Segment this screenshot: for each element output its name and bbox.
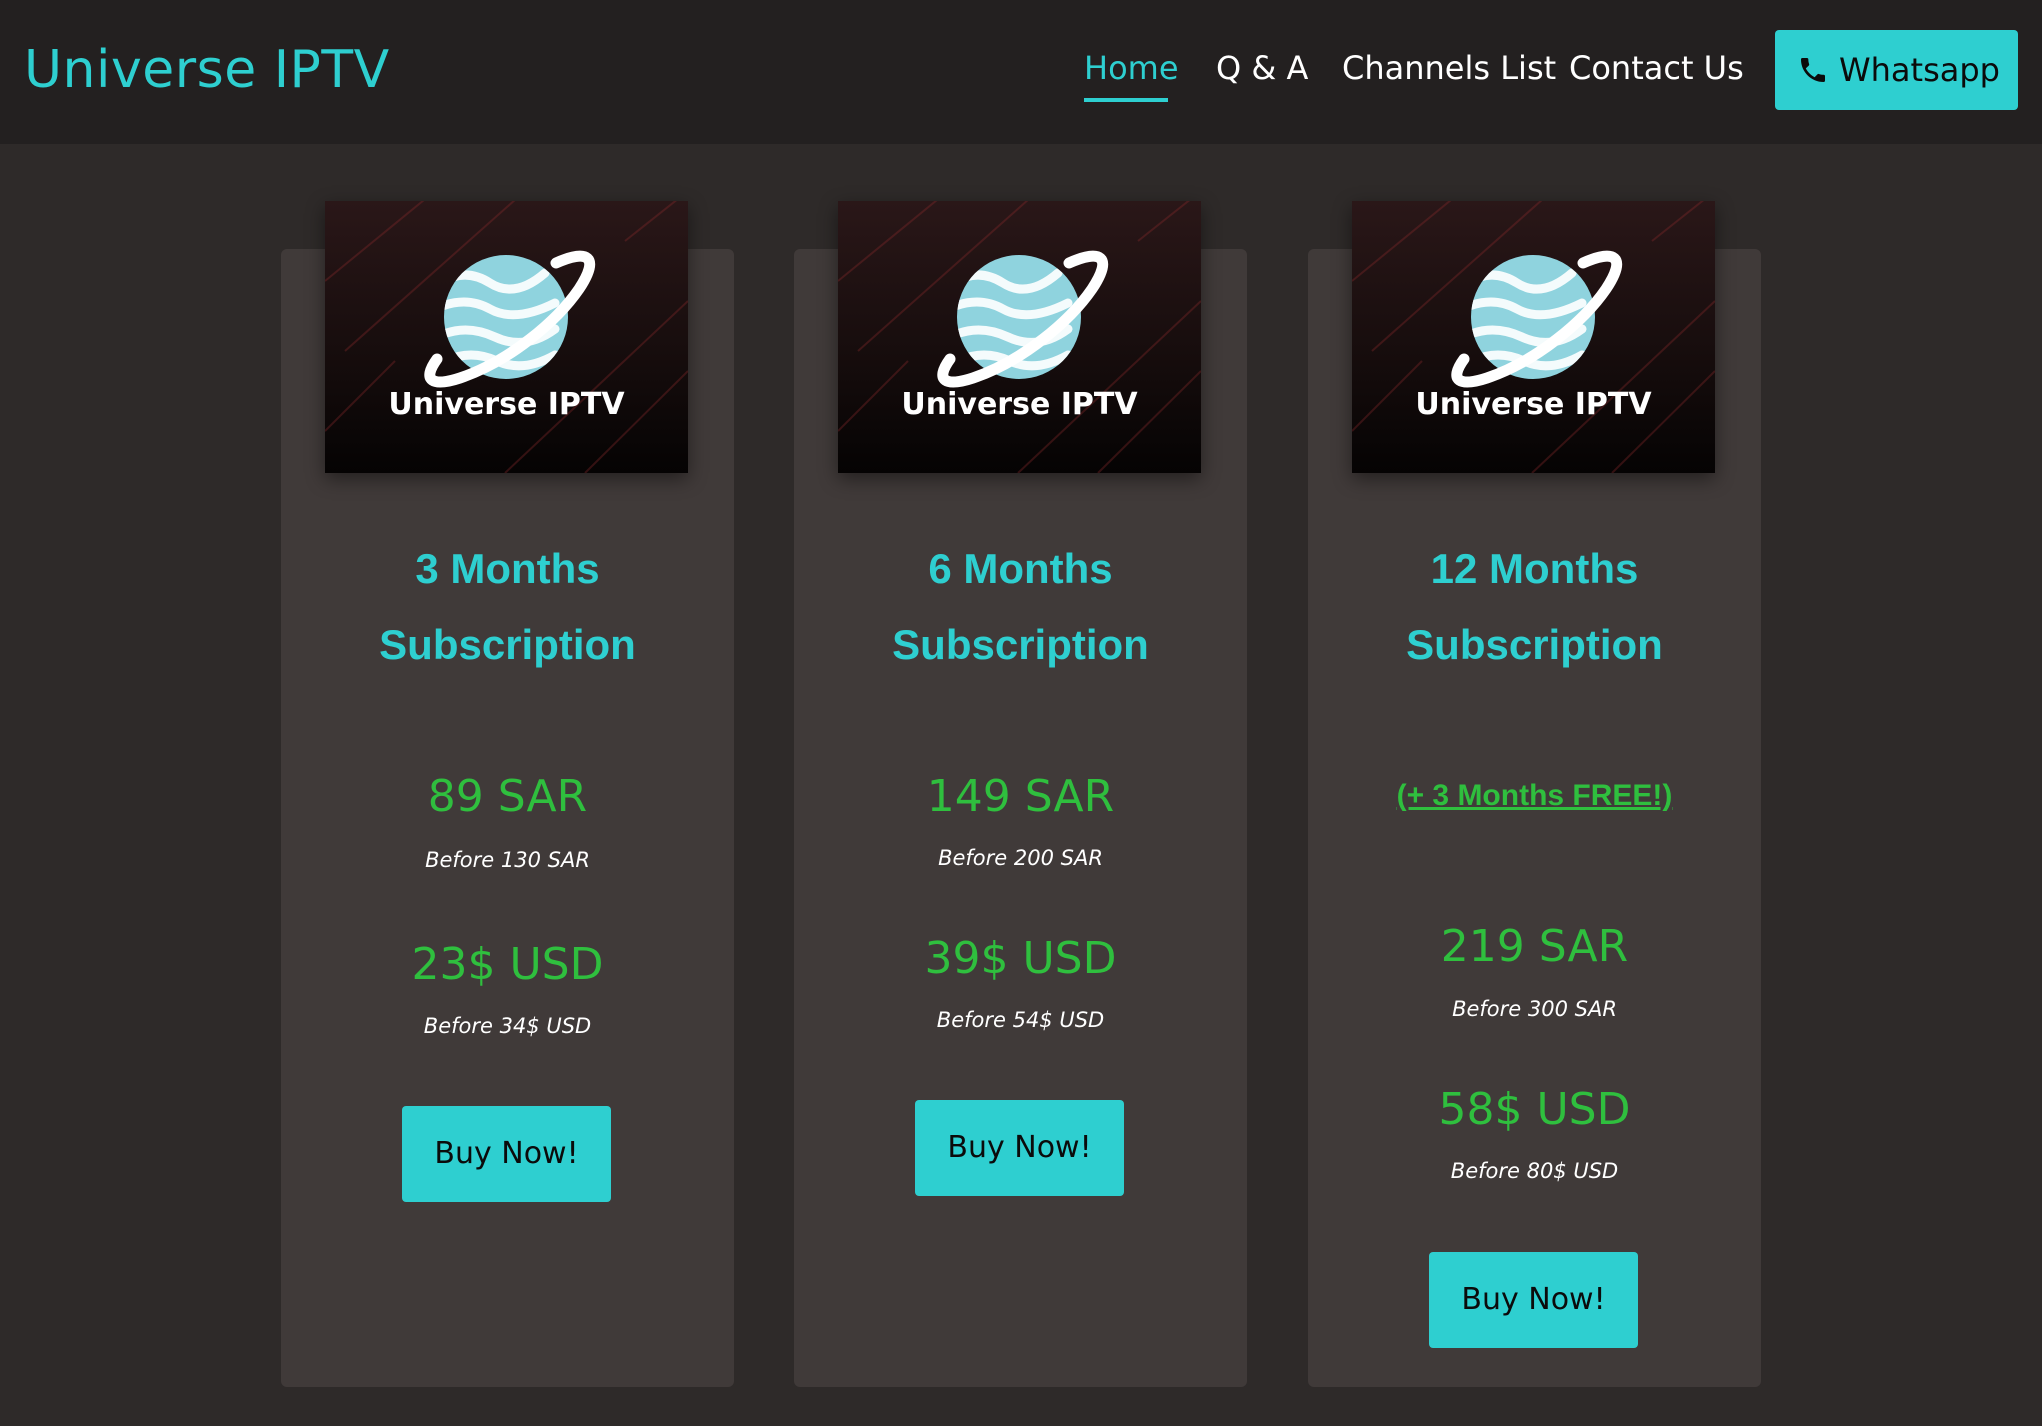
buy-now-button[interactable]: Buy Now! [402, 1106, 611, 1202]
plan-title: 6 Months Subscription [794, 531, 1247, 683]
plan-card-6-months: Universe IPTV 6 Months Subscription 149 … [794, 201, 1247, 1387]
nav-q-and-a[interactable]: Q & A [1216, 48, 1308, 88]
top-navigation-bar: Universe IPTV Home Q & A Channels List C… [0, 0, 2042, 144]
planet-logo-icon [325, 201, 688, 473]
plan-title-line2: Subscription [379, 621, 636, 668]
plan-card-3-months: Universe IPTV 3 Months Subscription 89 S… [281, 201, 734, 1387]
plan-logo-image: Universe IPTV [325, 201, 688, 473]
price-usd: 58$ USD [1438, 1084, 1631, 1135]
nav-channels-list[interactable]: Channels List [1342, 48, 1556, 88]
plan-logo-image: Universe IPTV [1352, 201, 1715, 473]
bonus-months-link[interactable]: (+ 3 Months FREE!) [1308, 776, 1761, 816]
before-price-usd: Before 54$ USD [936, 1008, 1105, 1032]
plan-title-line1: 12 Months [1430, 545, 1639, 592]
site-brand[interactable]: Universe IPTV [24, 38, 390, 102]
price-sar: 149 SAR [926, 771, 1115, 822]
logo-text: Universe IPTV [901, 387, 1138, 422]
before-price-sar: Before 130 SAR [425, 848, 590, 872]
price-usd: 23$ USD [411, 939, 604, 990]
planet-logo-icon [838, 201, 1201, 473]
plan-title-line2: Subscription [892, 621, 1149, 668]
nav-home[interactable]: Home [1084, 48, 1179, 88]
price-sar: 219 SAR [1440, 921, 1629, 972]
nav-contact-us[interactable]: Contact Us [1569, 48, 1744, 88]
nav-active-underline [1084, 98, 1168, 102]
phone-icon [1801, 58, 1825, 82]
whatsapp-button[interactable]: Whatsapp [1775, 30, 2018, 110]
whatsapp-label: Whatsapp [1839, 51, 2000, 89]
plan-card-12-months: Universe IPTV 12 Months Subscription (+ … [1308, 201, 1761, 1387]
plan-title-line1: 3 Months [415, 545, 600, 592]
plan-title: 12 Months Subscription [1308, 531, 1761, 683]
before-price-usd: Before 34$ USD [423, 1014, 592, 1038]
price-sar: 89 SAR [427, 771, 588, 822]
planet-logo-icon [1352, 201, 1715, 473]
logo-text: Universe IPTV [388, 387, 625, 422]
before-price-usd: Before 80$ USD [1450, 1159, 1619, 1183]
plan-logo-image: Universe IPTV [838, 201, 1201, 473]
plan-title-line2: Subscription [1406, 621, 1663, 668]
buy-now-button[interactable]: Buy Now! [1429, 1252, 1638, 1348]
logo-text: Universe IPTV [1415, 387, 1652, 422]
price-usd: 39$ USD [924, 933, 1117, 984]
buy-now-button[interactable]: Buy Now! [915, 1100, 1124, 1196]
plan-title: 3 Months Subscription [281, 531, 734, 683]
before-price-sar: Before 300 SAR [1452, 997, 1617, 1021]
plan-title-line1: 6 Months [928, 545, 1113, 592]
before-price-sar: Before 200 SAR [938, 846, 1103, 870]
